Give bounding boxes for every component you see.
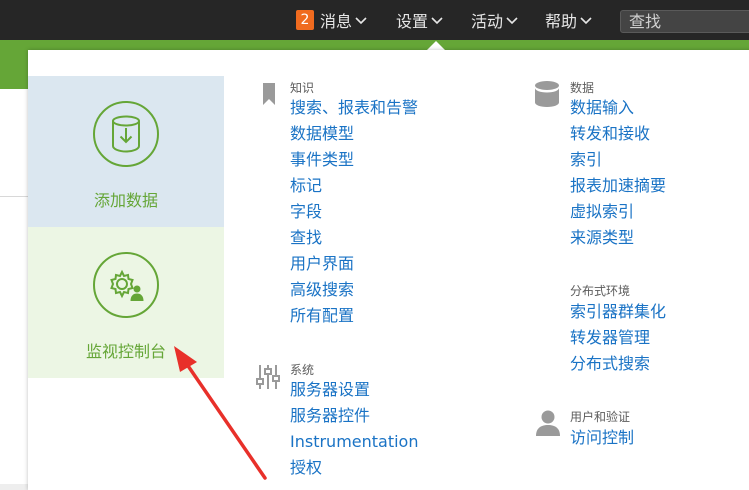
red-annotation-arrow	[174, 346, 267, 480]
